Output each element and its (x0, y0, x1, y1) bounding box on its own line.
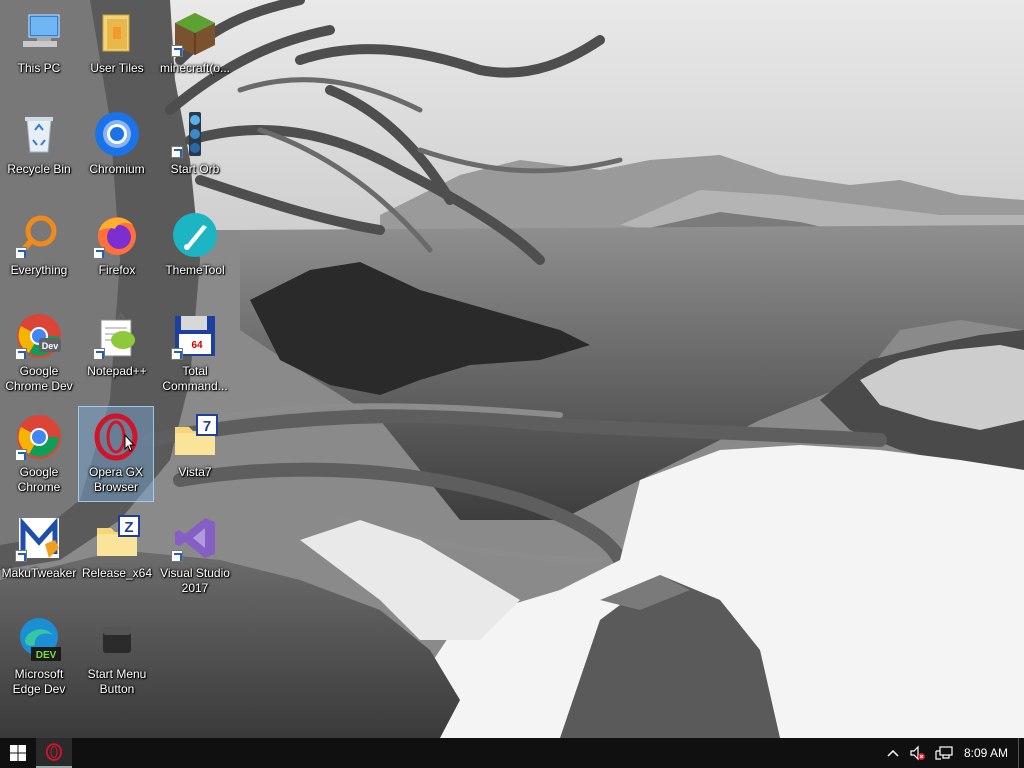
desktop-icon-google-chrome-dev[interactable]: Dev Google Chrome Dev (1, 305, 77, 401)
show-desktop-button[interactable] (1018, 738, 1024, 768)
desktop-icon-label: Total Command... (162, 364, 228, 393)
desktop-icon-chromium[interactable]: Chromium (79, 103, 155, 199)
shortcut-arrow-icon (15, 449, 27, 461)
desktop-icon-label: Notepad++ (87, 364, 147, 378)
desktop-icon-label: Release_x64 (81, 566, 153, 580)
start-orb-icon (171, 110, 219, 158)
desktop-icon-recycle-bin[interactable]: Recycle Bin (1, 103, 77, 199)
everything-icon (15, 211, 63, 259)
desktop-icon-makutweaker[interactable]: MakuTweaker (1, 507, 77, 603)
svg-text:Z: Z (124, 519, 133, 536)
vista7-folder-icon: 7 (171, 413, 219, 461)
mouse-cursor-icon (124, 434, 136, 452)
show-hidden-icons-button[interactable] (882, 738, 904, 768)
system-tray: 8:09 AM (882, 738, 1024, 768)
desktop-icon-label: Start Orb (170, 162, 220, 176)
shortcut-arrow-icon (93, 348, 105, 360)
svg-text:Dev: Dev (42, 341, 59, 351)
shortcut-arrow-icon (93, 247, 105, 259)
desktop-icon-label: Google Chrome (17, 465, 61, 494)
start-menu-button-icon (93, 615, 141, 663)
desktop-icon-start-menu-button[interactable]: Start Menu Button (79, 608, 155, 704)
shortcut-arrow-icon (15, 550, 27, 562)
desktop-icon-themetool[interactable]: ThemeTool (157, 204, 233, 300)
desktop-icon-label: User Tiles (90, 61, 144, 75)
themetool-icon (171, 211, 219, 259)
desktop-icon-label: Opera GX Browser (88, 465, 144, 494)
desktop-icon-label: Start Menu Button (87, 667, 147, 696)
opera-gx-icon (45, 743, 63, 761)
shortcut-arrow-icon (171, 550, 183, 562)
network-icon (935, 746, 953, 760)
chrome-dev-icon: Dev (15, 312, 63, 360)
taskbar: 8:09 AM (0, 738, 1024, 768)
network-button[interactable] (930, 738, 958, 768)
chrome-icon (15, 413, 63, 461)
makutweaker-icon (15, 514, 63, 562)
volume-muted-icon (910, 745, 925, 761)
notepadpp-icon (93, 312, 141, 360)
shortcut-arrow-icon (171, 146, 183, 158)
desktop-icon-opera-gx[interactable]: Opera GX Browser (78, 406, 154, 502)
desktop-icon-minecraft[interactable]: minecraft(o... (157, 2, 233, 98)
minecraft-icon (171, 9, 219, 57)
desktop-icon-label: Google Chrome Dev (5, 364, 73, 393)
desktop-icon-firefox[interactable]: Firefox (79, 204, 155, 300)
desktop-icon-microsoft-edge-dev[interactable]: DEV Microsoft Edge Dev (1, 608, 77, 704)
desktop-icon-google-chrome[interactable]: Google Chrome (1, 406, 77, 502)
desktop-icon-notepadpp[interactable]: Notepad++ (79, 305, 155, 401)
firefox-icon (93, 211, 141, 259)
desktop-icon-visual-studio-2017[interactable]: Visual Studio 2017 (157, 507, 233, 603)
folder-icon (93, 9, 141, 57)
desktop-icon-label: This PC (17, 61, 61, 75)
desktop-icon-release-x64[interactable]: Z Release_x64 (79, 507, 155, 603)
recycle-bin-icon (15, 110, 63, 158)
desktop-icon-label: Chromium (89, 162, 145, 176)
desktop-icon-label: Vista7 (178, 465, 212, 479)
taskbar-clock[interactable]: 8:09 AM (958, 738, 1018, 768)
shortcut-arrow-icon (15, 348, 27, 360)
desktop-icon-total-commander[interactable]: 64 Total Command... (157, 305, 233, 401)
desktop-icon-everything[interactable]: Everything (1, 204, 77, 300)
this-pc-icon (15, 9, 63, 57)
edge-dev-icon: DEV (15, 615, 63, 663)
total-commander-icon: 64 (171, 312, 219, 360)
desktop-icon-this-pc[interactable]: This PC (1, 2, 77, 98)
desktop-icon-user-tiles[interactable]: User Tiles (79, 2, 155, 98)
visual-studio-icon (171, 514, 219, 562)
svg-text:DEV: DEV (36, 650, 57, 661)
taskbar-app-opera-gx[interactable] (36, 738, 72, 768)
desktop-icon-label: minecraft(o... (159, 61, 231, 75)
svg-text:7: 7 (203, 418, 211, 435)
desktop-icon-label: Microsoft Edge Dev (12, 667, 66, 696)
shortcut-arrow-icon (171, 348, 183, 360)
desktop-icon-start-orb[interactable]: Start Orb (157, 103, 233, 199)
desktop-icon-label: Firefox (98, 263, 136, 277)
desktop-icon-label: Everything (10, 263, 68, 277)
desktop-icon-label: ThemeTool (165, 263, 225, 277)
windows-logo-icon (10, 745, 26, 761)
chromium-icon (93, 110, 141, 158)
start-button[interactable] (0, 738, 36, 768)
desktop-icon-label: Visual Studio 2017 (160, 566, 230, 595)
shortcut-arrow-icon (15, 247, 27, 259)
shortcut-arrow-icon (171, 45, 183, 57)
chevron-up-icon (887, 749, 899, 757)
desktop-icon-vista7[interactable]: 7 Vista7 (157, 406, 233, 502)
desktop-icon-label: Recycle Bin (7, 162, 71, 176)
desktop-icon-label: MakuTweaker (1, 566, 77, 580)
volume-button[interactable] (904, 738, 930, 768)
svg-text:64: 64 (191, 340, 203, 351)
release-folder-icon: Z (93, 514, 141, 562)
